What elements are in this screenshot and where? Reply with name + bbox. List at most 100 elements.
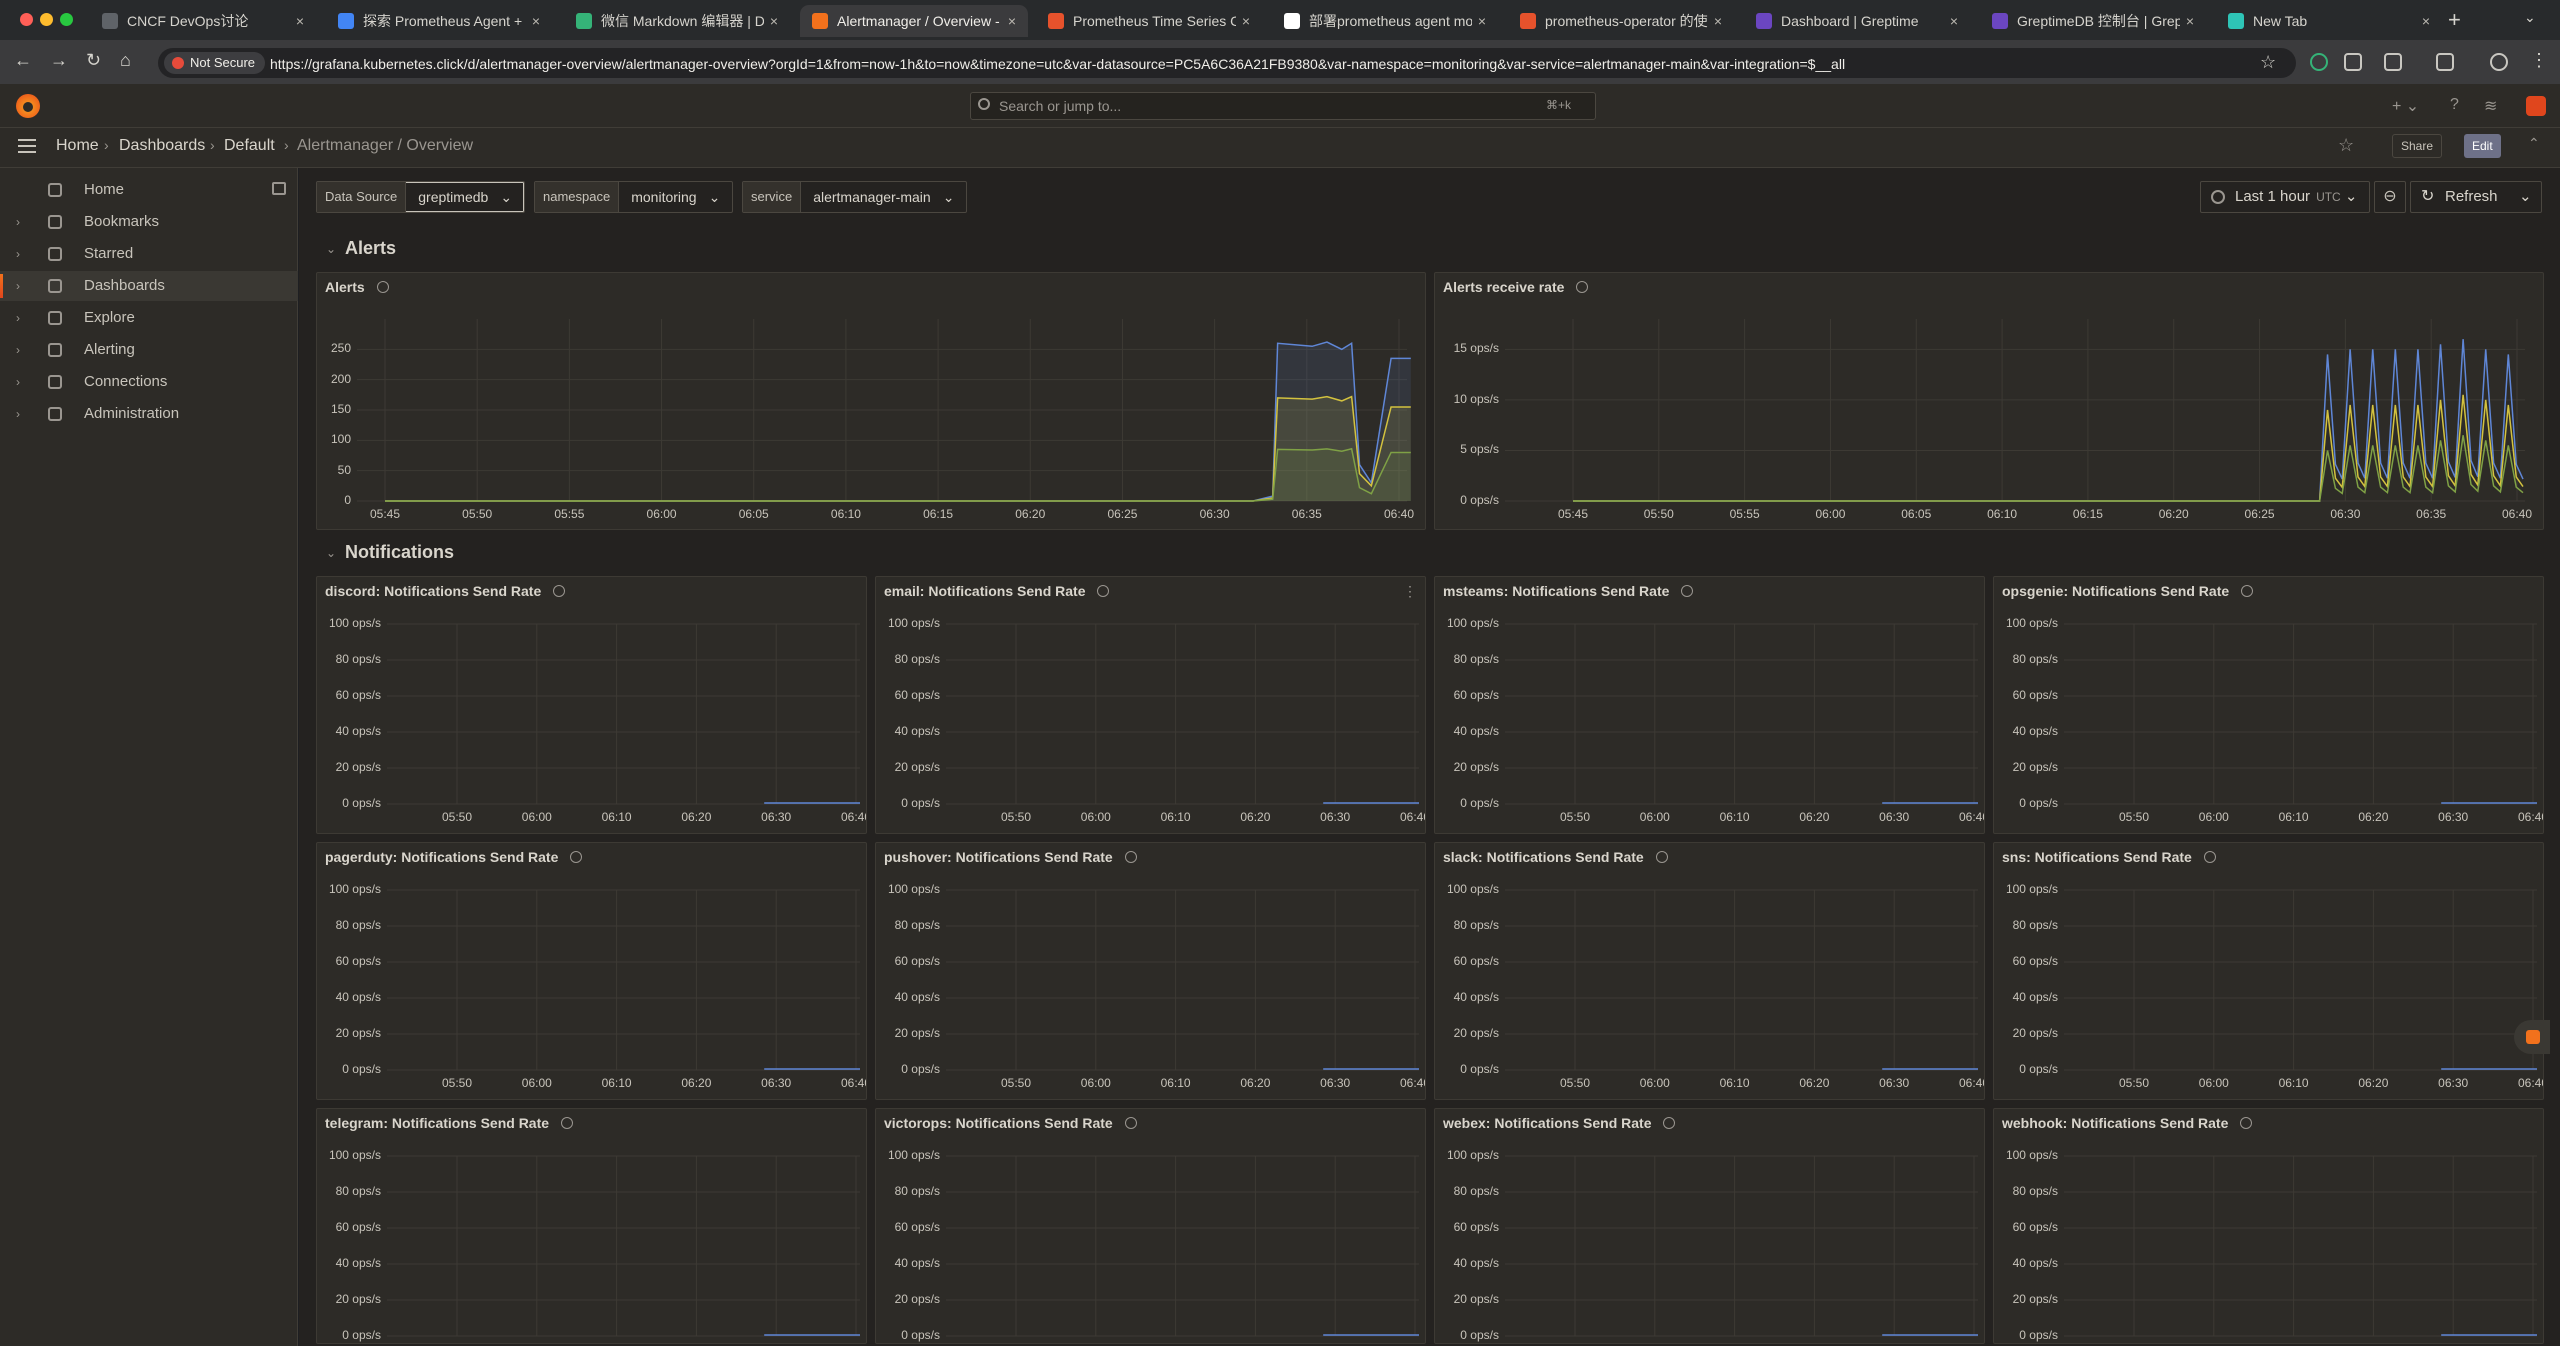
row-collapse-chevron-icon[interactable]: ⌄	[326, 546, 336, 560]
sidebar-item-connections[interactable]: › Connections	[0, 367, 298, 397]
row-collapse-chevron-icon[interactable]: ⌄	[326, 242, 336, 256]
chevron-down-icon[interactable]: ⌄	[709, 182, 733, 212]
time-range-picker[interactable]: Last 1 hour UTC ⌄	[2200, 181, 2370, 213]
panel-notifications-send-rate[interactable]: slack: Notifications Send Rate 100 ops/s 8…	[1434, 842, 1985, 1100]
side-panel-icon[interactable]	[2436, 53, 2454, 71]
panel-notifications-send-rate[interactable]: victorops: Notifications Send Rate 100 op…	[875, 1108, 1426, 1344]
tab-close-icon[interactable]: ×	[1242, 13, 1250, 29]
row-title-notifications[interactable]: Notifications	[345, 542, 454, 563]
url-text[interactable]: https://grafana.kubernetes.click/d/alert…	[270, 56, 1845, 72]
chevron-up-icon[interactable]: ⌃	[2528, 135, 2540, 152]
panel-notifications-send-rate[interactable]: email: Notifications Send Rate ⋮ 100 ops/s…	[875, 576, 1426, 834]
extension-icon[interactable]	[2344, 53, 2362, 71]
chevron-right-icon[interactable]: ›	[16, 399, 20, 429]
zoom-out-icon[interactable]: ⊖	[2374, 181, 2406, 213]
browser-tab[interactable]: GreptimeDB 控制台 | Greptim ×	[1980, 5, 2206, 37]
panel-notifications-send-rate[interactable]: pagerduty: Notifications Send Rate 100 op…	[316, 842, 867, 1100]
panel-notifications-send-rate[interactable]: webex: Notifications Send Rate 100 ops/s 8…	[1434, 1108, 1985, 1344]
tab-close-icon[interactable]: ×	[532, 13, 540, 29]
panel-alerts-receive-rate[interactable]: Alerts receive rate 15 ops/s 10 ops/s 5 op…	[1434, 272, 2544, 530]
search-input[interactable]: Search or jump to...	[970, 92, 1596, 120]
browser-tab[interactable]: Alertmanager / Overview - D ×	[800, 5, 1028, 37]
browser-tab[interactable]: 探索 Prometheus Agent + Gr ×	[326, 5, 552, 37]
share-button[interactable]: Share	[2392, 134, 2443, 158]
sidebar-item-dashboards[interactable]: › Dashboards	[0, 271, 298, 301]
row-title-alerts[interactable]: Alerts	[345, 238, 396, 259]
chevron-right-icon[interactable]: ›	[16, 271, 20, 301]
edit-button[interactable]: Edit	[2464, 134, 2501, 158]
favorite-star-icon[interactable]: ☆	[2338, 135, 2354, 156]
sidebar-item-label: Starred	[84, 245, 134, 262]
tab-close-icon[interactable]: ×	[1950, 13, 1958, 29]
extension-icon[interactable]	[2310, 53, 2328, 71]
new-tab-button[interactable]: +	[2448, 7, 2461, 33]
panel-notifications-send-rate[interactable]: sns: Notifications Send Rate 100 ops/s 80 …	[1993, 842, 2544, 1100]
chevron-down-icon[interactable]: ⌄	[943, 182, 967, 212]
not-secure-badge[interactable]: Not Secure	[164, 52, 266, 74]
variable-select[interactable]: monitoring	[619, 182, 708, 212]
sidebar-item-bookmarks[interactable]: › Bookmarks	[0, 207, 298, 237]
window-close-button[interactable]	[20, 13, 33, 26]
tab-close-icon[interactable]: ×	[770, 13, 778, 29]
home-icon[interactable]: ⌂	[120, 50, 131, 71]
tab-close-icon[interactable]: ×	[1008, 13, 1016, 29]
browser-tab[interactable]: CNCF DevOps讨论 ×	[90, 5, 316, 37]
chevron-right-icon[interactable]: ›	[16, 367, 20, 397]
variable-select[interactable]: alertmanager-main	[801, 182, 943, 212]
chevron-right-icon[interactable]: ›	[16, 303, 20, 333]
browser-tab[interactable]: prometheus-operator 的使用 ×	[1508, 5, 1734, 37]
browser-menu-icon[interactable]: ⋮	[2530, 50, 2548, 71]
chevron-right-icon[interactable]: ›	[16, 207, 20, 237]
tab-close-icon[interactable]: ×	[2422, 13, 2430, 29]
bookmark-star-icon[interactable]: ☆	[2260, 52, 2276, 73]
sidebar-item-administration[interactable]: › Administration	[0, 399, 298, 429]
refresh-interval-chevron-icon[interactable]: ⌄	[2519, 182, 2532, 212]
breadcrumb-dashboards[interactable]: Dashboards	[119, 137, 205, 155]
back-icon[interactable]: ←	[14, 50, 32, 71]
sidebar-item-alerting[interactable]: › Alerting	[0, 335, 298, 365]
menu-toggle-icon[interactable]	[18, 139, 36, 153]
sidebar-item-starred[interactable]: › Starred	[0, 239, 298, 269]
grafana-logo-icon[interactable]	[16, 94, 40, 118]
refresh-button[interactable]: ↻ Refresh ⌄	[2410, 181, 2542, 213]
chevron-down-icon[interactable]: ⌄	[500, 182, 524, 212]
x-axis-tick-label: 05:50	[2109, 1342, 2159, 1343]
browser-tab[interactable]: 微信 Markdown 编辑器 | Doo ×	[564, 5, 790, 37]
breadcrumb-home[interactable]: Home	[56, 137, 99, 155]
add-new-icon[interactable]: + ⌄	[2392, 96, 2419, 116]
chevron-right-icon[interactable]: ›	[16, 335, 20, 365]
panel-notifications-send-rate[interactable]: pushover: Notifications Send Rate 100 ops…	[875, 842, 1426, 1100]
user-avatar[interactable]	[2526, 96, 2546, 116]
window-maximize-button[interactable]	[60, 13, 73, 26]
browser-tab[interactable]: Prometheus Time Series Coll ×	[1036, 5, 1262, 37]
assistant-widget-icon[interactable]	[2514, 1020, 2550, 1054]
window-minimize-button[interactable]	[40, 13, 53, 26]
sidebar-item-home[interactable]: Home	[0, 175, 298, 205]
panel-alerts[interactable]: Alerts 250 200 150 100 50 0 05:45 05:50 05:55 06:…	[316, 272, 1426, 530]
panel-notifications-send-rate[interactable]: msteams: Notifications Send Rate 100 ops/…	[1434, 576, 1985, 834]
panel-notifications-send-rate[interactable]: webhook: Notifications Send Rate 100 ops/…	[1993, 1108, 2544, 1344]
reload-icon[interactable]: ↻	[86, 50, 101, 71]
tab-close-icon[interactable]: ×	[2186, 13, 2194, 29]
tab-search-chevron-icon[interactable]: ⌄	[2524, 9, 2536, 26]
browser-tab[interactable]: New Tab ×	[2216, 5, 2442, 37]
browser-tab[interactable]: Dashboard | Greptime ×	[1744, 5, 1970, 37]
profile-avatar[interactable]	[2490, 53, 2508, 71]
chevron-right-icon[interactable]: ›	[16, 239, 20, 269]
tab-close-icon[interactable]: ×	[1714, 13, 1722, 29]
extensions-puzzle-icon[interactable]	[2384, 53, 2402, 71]
tab-close-icon[interactable]: ×	[1478, 13, 1486, 29]
news-rss-icon[interactable]: ≋	[2484, 96, 2497, 116]
browser-tab[interactable]: 部署prometheus agent mode ×	[1272, 5, 1498, 37]
panel-notifications-send-rate[interactable]: opsgenie: Notifications Send Rate 100 ops…	[1993, 576, 2544, 834]
variable-select[interactable]: greptimedb	[406, 182, 500, 212]
breadcrumb-default[interactable]: Default	[224, 137, 275, 155]
y-axis-tick-label: 100 ops/s	[2005, 616, 2058, 630]
panel-notifications-send-rate[interactable]: telegram: Notifications Send Rate 100 ops…	[316, 1108, 867, 1344]
panel-notifications-send-rate[interactable]: discord: Notifications Send Rate 100 ops/…	[316, 576, 867, 834]
tab-close-icon[interactable]: ×	[296, 13, 304, 29]
help-icon[interactable]: ?	[2450, 96, 2459, 114]
y-axis-tick-label: 40 ops/s	[894, 1256, 940, 1270]
forward-icon[interactable]: →	[50, 50, 68, 71]
sidebar-item-explore[interactable]: › Explore	[0, 303, 298, 333]
